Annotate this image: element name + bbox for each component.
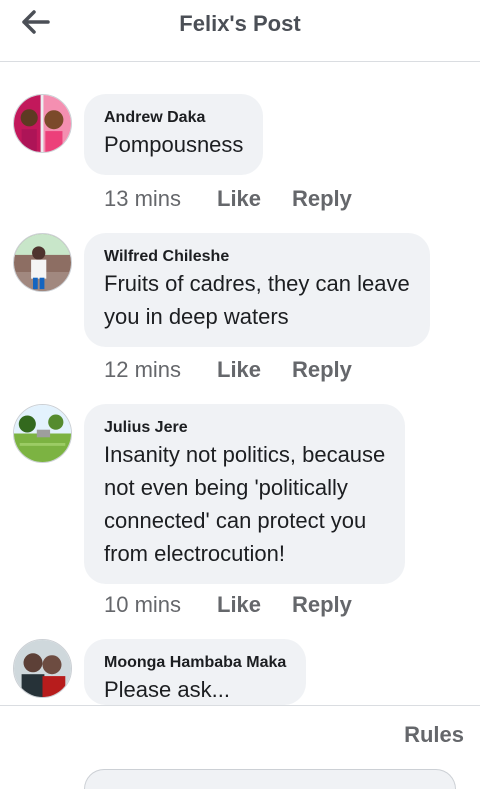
like-button[interactable]: Like [217, 355, 292, 385]
comment-text-line: from electrocution! [104, 541, 285, 566]
comment-author[interactable]: Andrew Daka [104, 108, 243, 128]
comment-actions: 10 mins Like Reply [104, 590, 352, 620]
reply-button[interactable]: Reply [292, 184, 352, 214]
page-title: Felix's Post [179, 11, 301, 36]
comment-text-line: Insanity not politics, because [104, 442, 386, 467]
comment-text-line: connected' can protect you [104, 508, 367, 533]
comment-text: Pompousness [104, 132, 244, 157]
top-bar: Felix's Post [0, 0, 480, 62]
avatar[interactable] [13, 94, 72, 153]
comment-author[interactable]: Wilfred Chileshe [104, 247, 410, 267]
comment-bubble: Wilfred Chileshe Fruits of cadres, they … [84, 233, 430, 347]
avatar[interactable] [13, 233, 72, 292]
bottom-bar: Rules [0, 705, 480, 789]
rules-link[interactable]: Rules [404, 722, 464, 748]
comment-bubble: Moonga Hambaba Maka Please ask... [84, 639, 307, 705]
comment-actions: 12 mins Like Reply [104, 355, 352, 385]
comment-author[interactable]: Moonga Hambaba Maka [104, 653, 286, 673]
comment-timestamp: 12 mins [104, 357, 182, 382]
comment-bubble: Andrew Daka Pompousness [84, 94, 264, 175]
reply-button[interactable]: Reply [292, 355, 352, 385]
comment-actions: 13 mins Like Reply [104, 184, 352, 214]
comment-author[interactable]: Julius Jere [104, 418, 385, 438]
like-button[interactable]: Like [217, 590, 292, 620]
avatar[interactable] [13, 639, 72, 698]
comment-input[interactable] [84, 769, 456, 789]
comment-text-line: you in deep waters [104, 304, 289, 329]
comment-timestamp: 13 mins [104, 186, 182, 211]
reply-button[interactable]: Reply [292, 590, 352, 620]
comment-text-line: Fruits of cadres, they can leave [104, 271, 410, 296]
avatar[interactable] [13, 404, 72, 463]
comment-bubble: Julius Jere Insanity not politics, becau… [84, 404, 406, 584]
comment-timestamp: 10 mins [104, 592, 182, 617]
comment-text: Please ask... [104, 677, 230, 702]
like-button[interactable]: Like [217, 184, 292, 214]
comment-text-line: not even being 'politically [104, 475, 348, 500]
